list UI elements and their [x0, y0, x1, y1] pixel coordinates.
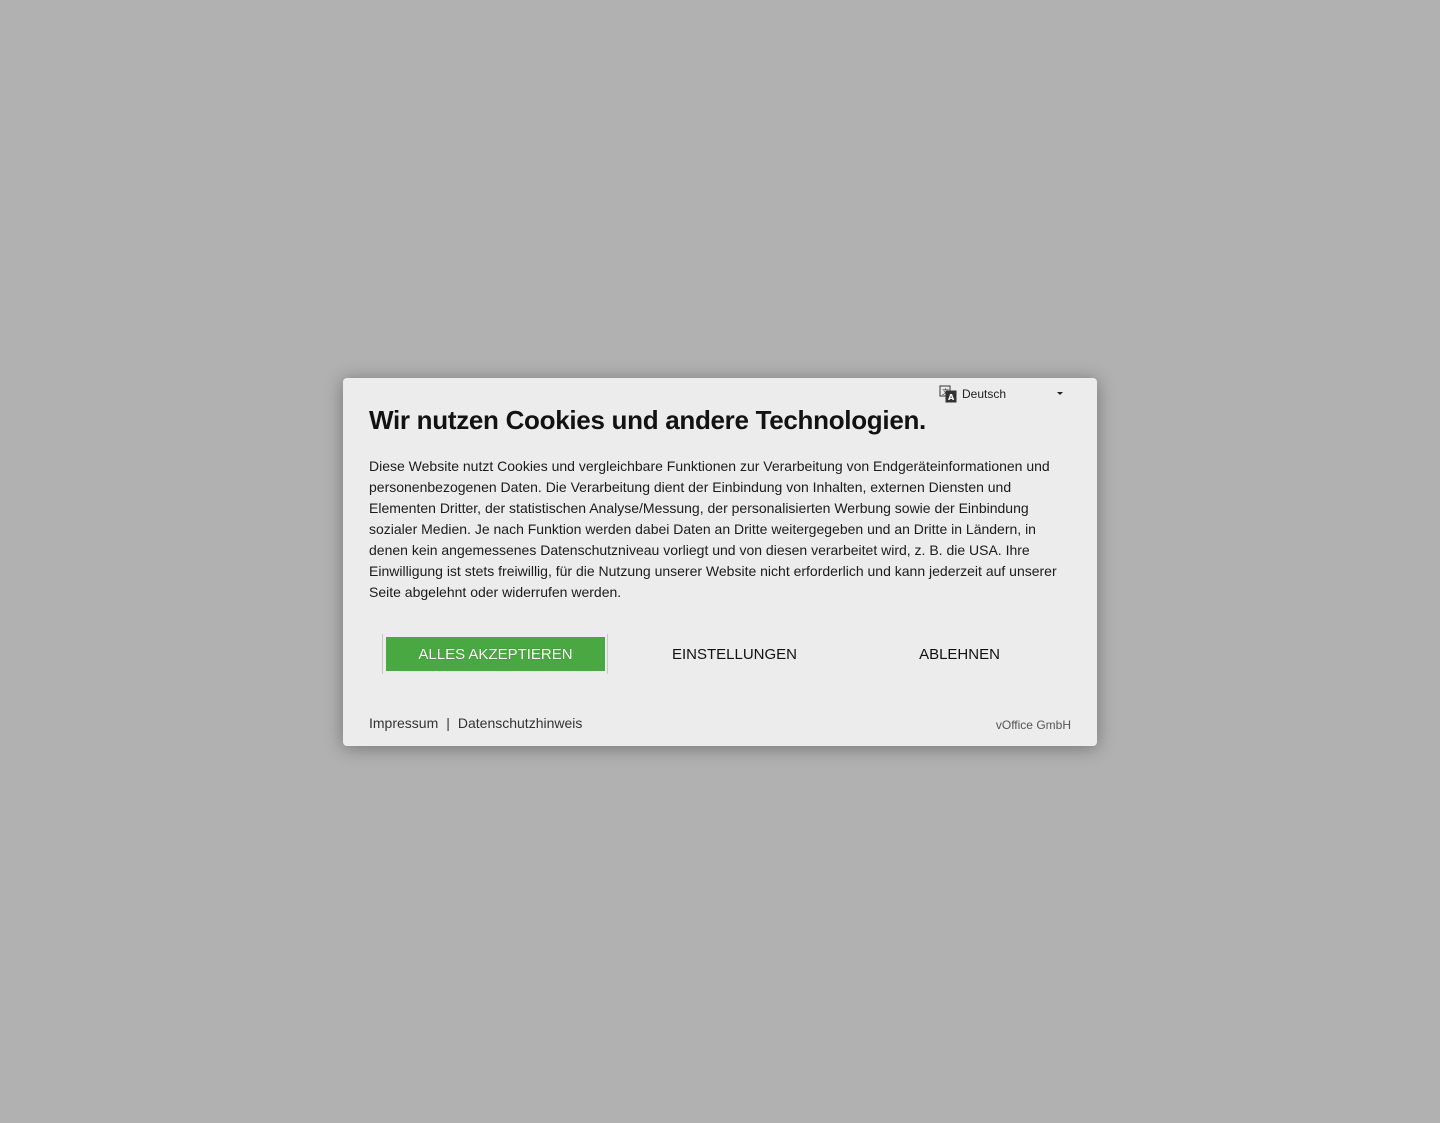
svg-text:A: A: [948, 393, 955, 402]
accept-all-button[interactable]: ALLES AKZEPTIEREN: [386, 637, 605, 671]
imprint-link[interactable]: Impressum: [369, 715, 438, 731]
privacy-link[interactable]: Datenschutzhinweis: [458, 715, 583, 731]
dialog-title: Wir nutzen Cookies und andere Technologi…: [369, 405, 926, 435]
consent-button-group: ALLES AKZEPTIEREN EINSTELLUNGEN ABLEHNEN: [382, 634, 1072, 674]
accept-button-frame: ALLES AKZEPTIEREN: [382, 634, 608, 674]
language-select-value: Deutsch: [962, 387, 1007, 401]
footer-separator: |: [446, 715, 450, 731]
cookie-consent-dialog: 文 A Deutsch Wir nutzen Cookies und ander…: [343, 378, 1097, 746]
chevron-down-icon: [1057, 392, 1063, 395]
decline-button[interactable]: ABLEHNEN: [847, 634, 1072, 674]
dialog-body-text: Diese Website nutzt Cookies und vergleic…: [369, 458, 1057, 600]
footer-links: Impressum | Datenschutzhinweis: [369, 715, 582, 731]
language-select[interactable]: 文 A Deutsch: [939, 384, 1067, 404]
translate-icon: 文 A: [939, 385, 957, 403]
settings-button[interactable]: EINSTELLUNGEN: [622, 634, 847, 674]
provider-label: vOffice GmbH: [995, 718, 1071, 732]
